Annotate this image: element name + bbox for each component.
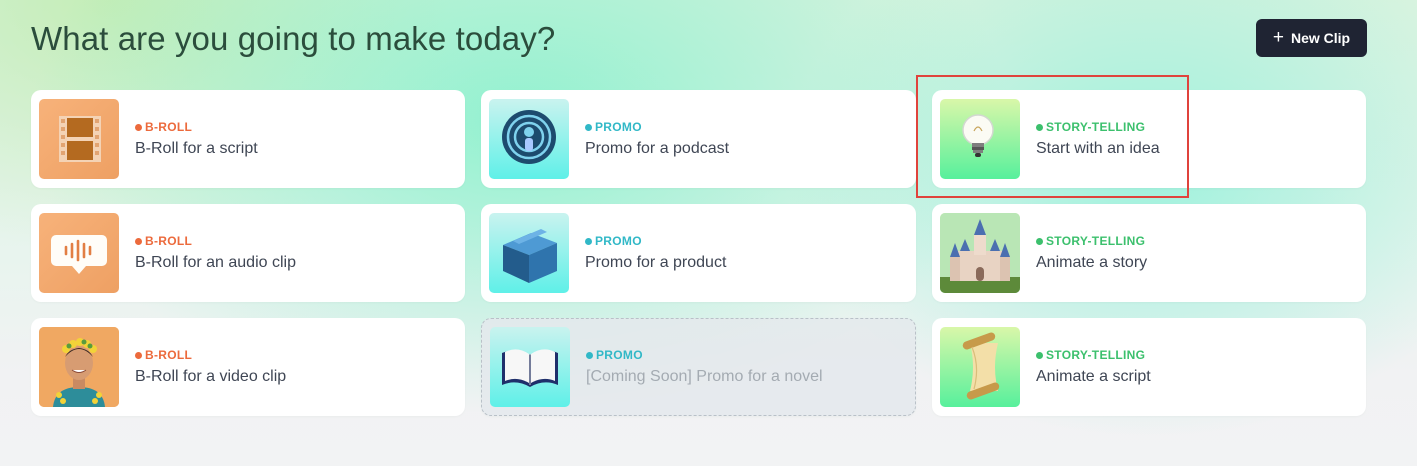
new-clip-button[interactable]: + New Clip: [1256, 19, 1367, 57]
podcast-icon: [489, 99, 569, 179]
film-strip-icon: [39, 99, 119, 179]
card-story-animate[interactable]: STORY-TELLING Animate a story: [932, 204, 1366, 302]
card-story-idea[interactable]: STORY-TELLING Start with an idea: [932, 90, 1366, 188]
card-promo-product[interactable]: PROMO Promo for a product: [481, 204, 916, 302]
open-book-icon: [490, 327, 570, 407]
card-title: Promo for a product: [585, 254, 727, 271]
card-title: B-Roll for an audio clip: [135, 254, 296, 271]
card-title: B-Roll for a video clip: [135, 368, 287, 385]
scroll-icon: [940, 327, 1020, 407]
card-title: [Coming Soon] Promo for a novel: [586, 368, 823, 385]
card-promo-podcast[interactable]: PROMO Promo for a podcast: [481, 90, 916, 188]
tag-broll: B-ROLL: [135, 234, 296, 248]
tag-story-telling: STORY-TELLING: [1036, 120, 1160, 134]
card-title: B-Roll for a script: [135, 140, 258, 157]
page-title: What are you going to make today?: [31, 20, 556, 57]
new-clip-label: New Clip: [1290, 30, 1351, 46]
card-title: Animate a script: [1036, 368, 1151, 385]
card-broll-script[interactable]: B-ROLL B-Roll for a script: [31, 90, 465, 188]
box-icon: [489, 213, 569, 293]
tag-broll: B-ROLL: [135, 120, 258, 134]
tag-story-telling: STORY-TELLING: [1036, 348, 1151, 362]
tag-promo: PROMO: [585, 120, 729, 134]
tag-story-telling: STORY-TELLING: [1036, 234, 1147, 248]
card-broll-audio[interactable]: B-ROLL B-Roll for an audio clip: [31, 204, 465, 302]
card-promo-novel: PROMO [Coming Soon] Promo for a novel: [481, 318, 916, 416]
card-title: Promo for a podcast: [585, 140, 730, 157]
tag-promo: PROMO: [585, 234, 726, 248]
lightbulb-icon: [940, 99, 1020, 179]
template-grid: B-ROLL B-Roll for a script PROMO Promo f…: [31, 90, 1366, 416]
card-story-script[interactable]: STORY-TELLING Animate a script: [932, 318, 1366, 416]
audio-message-icon: [39, 213, 119, 293]
card-title: Start with an idea: [1036, 140, 1160, 157]
card-broll-video[interactable]: B-ROLL B-Roll for a video clip: [31, 318, 465, 416]
tag-broll: B-ROLL: [135, 348, 286, 362]
person-portrait-icon: [39, 327, 119, 407]
card-title: Animate a story: [1036, 254, 1148, 271]
castle-icon: [940, 213, 1020, 293]
tag-promo: PROMO: [586, 348, 823, 362]
plus-icon: +: [1272, 26, 1284, 48]
